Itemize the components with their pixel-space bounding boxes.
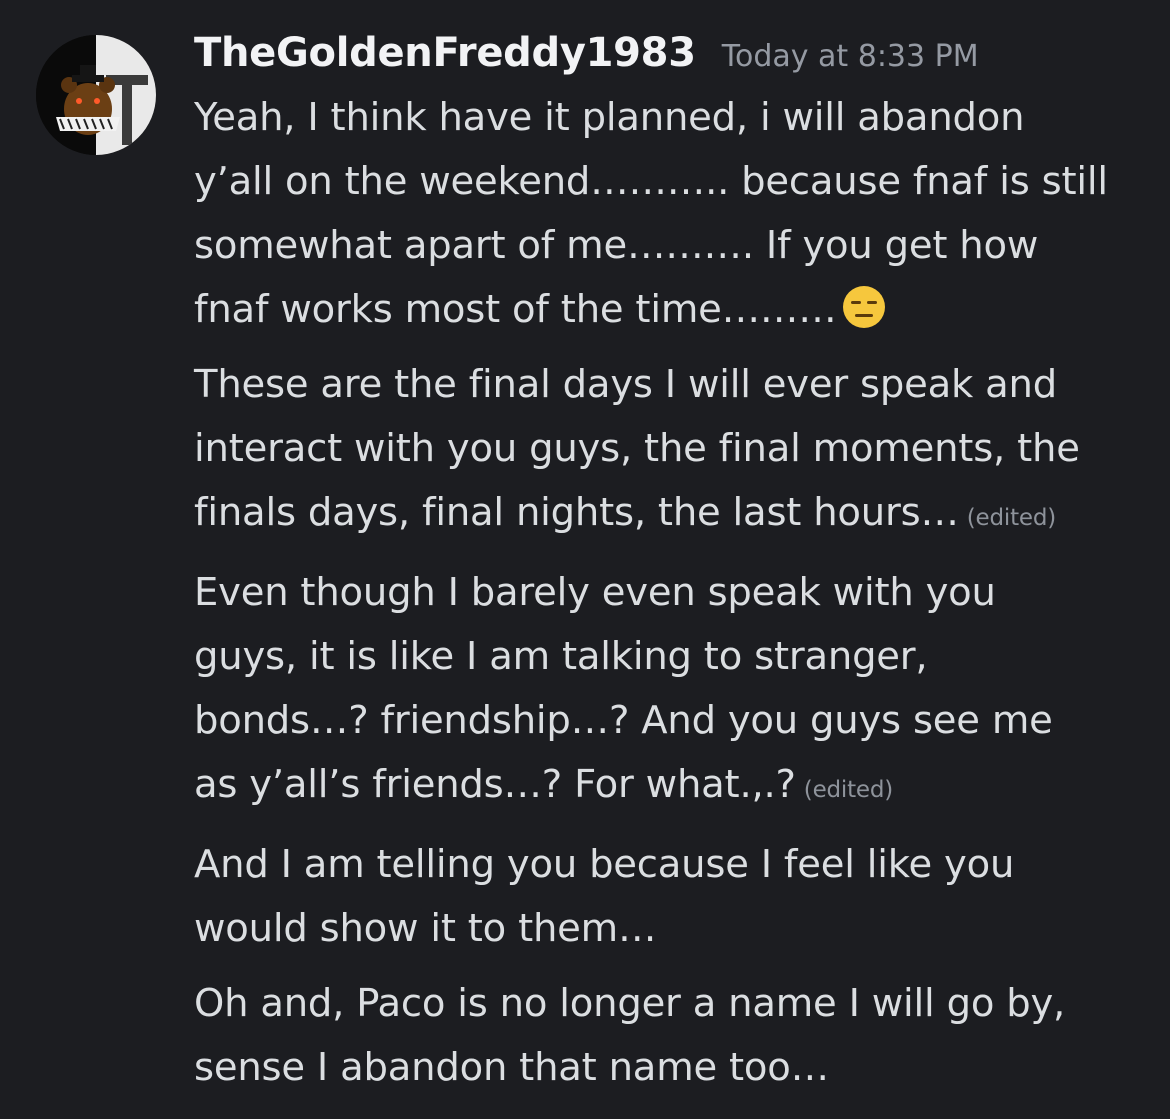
- message-line: Yeah, I think have it planned, i will ab…: [194, 95, 1025, 140]
- message-line: guys, it is like I am talking to strange…: [194, 634, 928, 679]
- message-line: bonds…? friendship…? And you guys see me: [194, 698, 1053, 743]
- message-text: These are the final days I will ever spe…: [194, 353, 1154, 550]
- message-line: Oh and, Paco is no longer a name I will …: [194, 981, 1066, 1026]
- message-line: These are the final days I will ever spe…: [194, 362, 1057, 407]
- message-text: Oh and, Paco is no longer a name I will …: [194, 972, 1154, 1100]
- golden-freddy-avatar-icon: [36, 35, 156, 155]
- message-text: Yeah, I think have it planned, i will ab…: [194, 86, 1154, 342]
- message-line: as y’all’s friends…? For what.,.? (edited…: [194, 753, 1154, 822]
- message-line: fnaf works most of the time………: [194, 278, 1154, 342]
- message-text: And I am telling you because I feel like…: [194, 833, 1154, 961]
- message-line-text: as y’all’s friends…? For what.,.?: [194, 762, 796, 807]
- message-line: sense I abandon that name too…: [194, 1045, 829, 1090]
- timestamp[interactable]: Today at 8:33 PM: [722, 39, 979, 74]
- message-line: would show it to them…: [194, 906, 657, 951]
- message-line: finals days, final nights, the last hour…: [194, 481, 1154, 550]
- message-line: somewhat apart of me………. If you get how: [194, 223, 1039, 268]
- edited-label: (edited): [803, 777, 894, 803]
- message-content: TheGoldenFreddy1983 Today at 8:33 PM Yea…: [194, 30, 1154, 1100]
- message-group: TheGoldenFreddy1983 Today at 8:33 PM Yea…: [0, 0, 1170, 1119]
- message-line-text: finals days, final nights, the last hour…: [194, 490, 959, 535]
- edited-label: (edited): [966, 505, 1057, 531]
- message-header: TheGoldenFreddy1983 Today at 8:33 PM: [194, 30, 1154, 86]
- message-line: y’all on the weekend……….. because fnaf i…: [194, 159, 1108, 204]
- message-line: Even though I barely even speak with you: [194, 570, 996, 615]
- avatar[interactable]: [36, 35, 156, 155]
- username[interactable]: TheGoldenFreddy1983: [194, 30, 696, 76]
- expressionless-face-emoji: [842, 286, 885, 328]
- message-line: And I am telling you because I feel like…: [194, 842, 1015, 887]
- message-line-text: fnaf works most of the time………: [194, 287, 837, 332]
- message-line: interact with you guys, the final moment…: [194, 426, 1080, 471]
- message-text: Even though I barely even speak with you…: [194, 561, 1154, 822]
